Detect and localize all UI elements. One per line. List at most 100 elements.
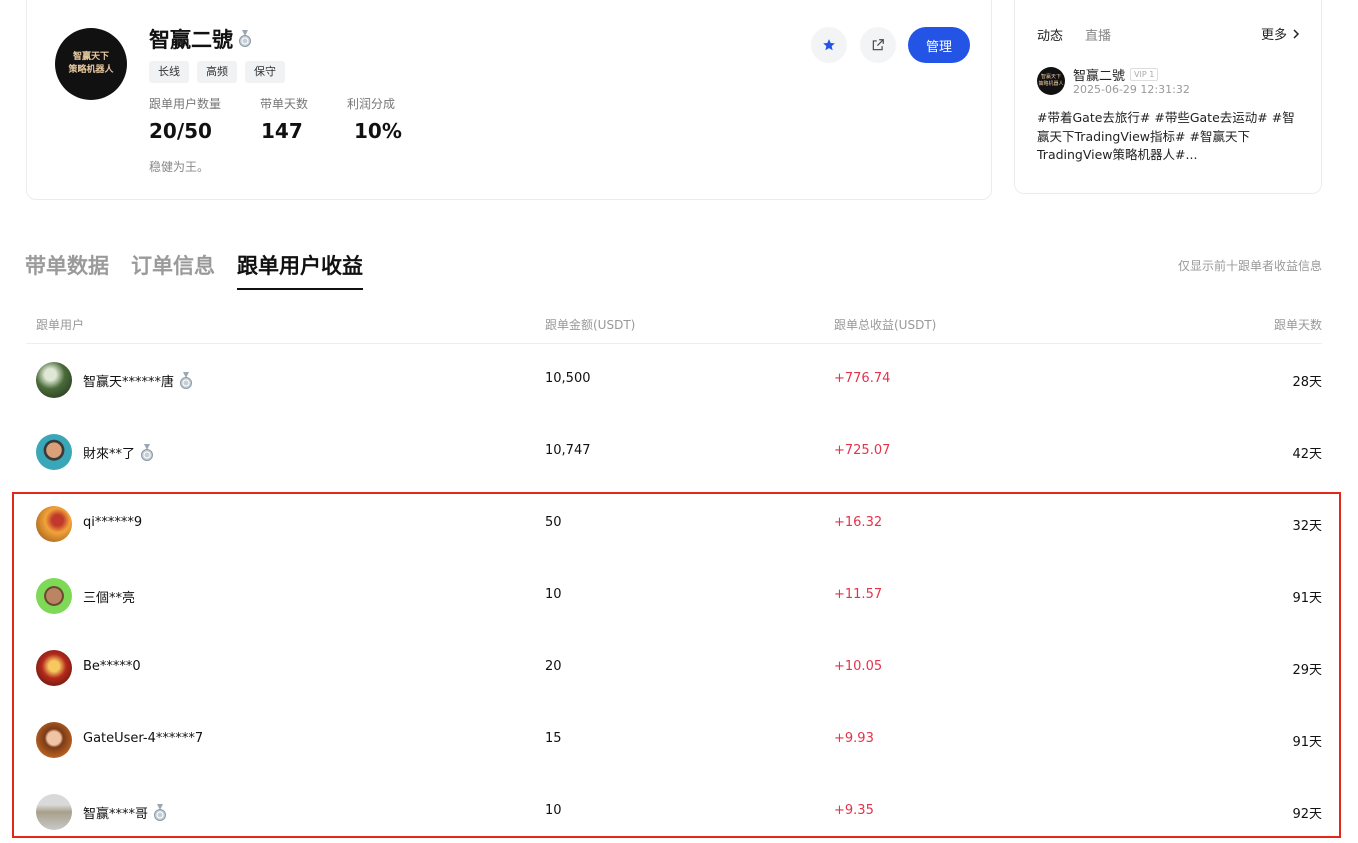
header-profit: 跟单总收益(USDT) xyxy=(834,318,937,332)
follower-avatar[interactable] xyxy=(36,578,72,614)
follow-days: 29天 xyxy=(1292,663,1322,678)
tab-order-info[interactable]: 订单信息 xyxy=(131,250,215,290)
post-timestamp: 2025-06-29 12:31:32 xyxy=(1073,83,1190,96)
trader-tags: 长线 高频 保守 xyxy=(149,61,285,83)
earnings-table-header: 跟单用户 跟单金额(USDT) 跟单总收益(USDT) 跟单天数 xyxy=(26,306,1322,344)
activity-feed-card: 动态 直播 更多 智赢天下 策略机器人 智赢二號 VIP 1 2025-06-29… xyxy=(1014,0,1322,194)
manage-button[interactable]: 管理 xyxy=(908,27,970,63)
follower-name: 財來**了 xyxy=(83,443,155,462)
post-text[interactable]: #带着Gate去旅行# #带些Gate去运动# #智赢天下TradingView… xyxy=(1037,109,1307,165)
post-author[interactable]: 智赢二號 VIP 1 xyxy=(1073,65,1159,84)
total-profit: +10.05 xyxy=(834,659,883,674)
follower-avatar[interactable] xyxy=(36,506,72,542)
silver-medal-icon xyxy=(139,443,155,462)
silver-medal-icon xyxy=(152,803,168,822)
table-row[interactable]: GateUser-4******7 15 +9.93 91天 xyxy=(26,704,1322,776)
stat-profit-share-value: 10% xyxy=(354,119,402,143)
follower-avatar[interactable] xyxy=(36,362,72,398)
tab-lead-data[interactable]: 带单数据 xyxy=(25,250,109,290)
total-profit: +16.32 xyxy=(834,515,883,530)
follow-amount: 10,747 xyxy=(545,443,591,458)
feed-more-link[interactable]: 更多 xyxy=(1261,24,1301,43)
avatar-text-line1: 智赢天下 xyxy=(72,52,109,62)
follow-amount: 10 xyxy=(545,803,562,818)
share-icon xyxy=(872,39,884,51)
follower-name-text: 智赢天******唐 xyxy=(83,375,175,390)
silver-medal-icon xyxy=(237,30,253,48)
follow-days: 92天 xyxy=(1292,807,1322,822)
follow-days: 91天 xyxy=(1292,735,1322,750)
header-user: 跟单用户 xyxy=(36,318,85,332)
stat-profit-share: 利润分成 10% xyxy=(347,95,427,143)
tag-conservative: 保守 xyxy=(245,61,285,83)
stat-days: 带单天数 147 xyxy=(260,95,347,143)
feed-tab-live[interactable]: 直播 xyxy=(1085,25,1111,44)
table-row[interactable]: 智赢****哥 10 +9.35 92天 xyxy=(26,776,1322,843)
trader-name: 智赢二號 xyxy=(149,24,253,54)
stat-followers-value: 20/50 xyxy=(149,119,212,143)
chevron-right-icon xyxy=(1293,28,1300,39)
follow-amount: 10,500 xyxy=(545,371,591,386)
follower-name: GateUser-4******7 xyxy=(83,731,203,746)
follower-name-text: GateUser-4******7 xyxy=(83,731,204,746)
section-tabs: 带单数据 订单信息 跟单用户收益 xyxy=(25,250,363,290)
table-row[interactable]: qi******9 50 +16.32 32天 xyxy=(26,488,1322,560)
header-amount: 跟单金额(USDT) xyxy=(545,318,636,332)
follower-name-text: 智赢****哥 xyxy=(83,807,149,822)
share-button[interactable] xyxy=(860,27,896,63)
total-profit: +11.57 xyxy=(834,587,883,602)
trader-description: 稳健为王。 xyxy=(149,160,210,174)
follower-name: 智赢****哥 xyxy=(83,803,168,822)
post-avatar-line1: 智赢天下 xyxy=(1040,74,1061,80)
trader-stats: 跟单用户数量 20/50 带单天数 147 利润分成 10% xyxy=(149,95,427,143)
follow-amount: 50 xyxy=(545,515,562,530)
table-row[interactable]: Be*****0 20 +10.05 29天 xyxy=(26,632,1322,704)
post-author-avatar[interactable]: 智赢天下 策略机器人 xyxy=(1037,67,1065,95)
trader-name-text: 智赢二號 xyxy=(149,28,233,52)
trader-profile-card: 智赢天下 策略机器人 智赢二號 长线 高频 保守 跟单用户数量 20/50 带单… xyxy=(26,0,992,200)
follow-amount: 10 xyxy=(545,587,562,602)
follower-name-text: Be*****0 xyxy=(83,659,141,674)
stat-profit-share-label: 利润分成 xyxy=(347,97,396,111)
stat-followers-label: 跟单用户数量 xyxy=(149,97,222,111)
stat-days-value: 147 xyxy=(261,119,303,143)
avatar-text-line2: 策略机器人 xyxy=(68,65,114,75)
follower-name-text: 財來**了 xyxy=(83,447,136,462)
follower-avatar[interactable] xyxy=(36,794,72,830)
tab-follower-earnings[interactable]: 跟单用户收益 xyxy=(237,250,363,290)
table-row[interactable]: 財來**了 10,747 +725.07 42天 xyxy=(26,416,1322,488)
top-ten-note: 仅显示前十跟单者收益信息 xyxy=(1177,259,1322,273)
follower-avatar[interactable] xyxy=(36,722,72,758)
follower-avatar[interactable] xyxy=(36,650,72,686)
stat-followers: 跟单用户数量 20/50 xyxy=(149,95,260,143)
tag-high-frequency: 高频 xyxy=(197,61,237,83)
silver-medal-icon xyxy=(178,371,194,390)
follow-days: 32天 xyxy=(1292,519,1322,534)
follower-avatar[interactable] xyxy=(36,434,72,470)
total-profit: +9.93 xyxy=(834,731,874,746)
trader-avatar: 智赢天下 策略机器人 xyxy=(55,28,127,100)
follow-days: 42天 xyxy=(1292,447,1322,462)
vip-badge: VIP 1 xyxy=(1130,68,1159,81)
table-row[interactable]: 三個**亮 10 +11.57 91天 xyxy=(26,560,1322,632)
tag-long-term: 长线 xyxy=(149,61,189,83)
follower-name: Be*****0 xyxy=(83,659,141,674)
follower-name: 智赢天******唐 xyxy=(83,371,194,390)
total-profit: +725.07 xyxy=(834,443,891,458)
post-avatar-line2: 策略机器人 xyxy=(1038,81,1064,87)
feed-tab-updates[interactable]: 动态 xyxy=(1037,25,1063,44)
feed-tabs: 动态 直播 xyxy=(1037,25,1111,44)
follower-name-text: qi******9 xyxy=(83,515,143,530)
feed-more-label: 更多 xyxy=(1260,28,1287,43)
header-days: 跟单天数 xyxy=(1273,318,1322,332)
star-icon xyxy=(823,39,835,51)
post-author-name: 智赢二號 xyxy=(1073,69,1126,84)
favorite-button[interactable] xyxy=(811,27,847,63)
total-profit: +776.74 xyxy=(834,371,891,386)
follow-amount: 15 xyxy=(545,731,562,746)
follow-days: 91天 xyxy=(1292,591,1322,606)
follow-days: 28天 xyxy=(1292,375,1322,390)
table-row[interactable]: 智赢天******唐 10,500 +776.74 28天 xyxy=(26,344,1322,416)
total-profit: +9.35 xyxy=(834,803,874,818)
follower-name: qi******9 xyxy=(83,515,142,530)
